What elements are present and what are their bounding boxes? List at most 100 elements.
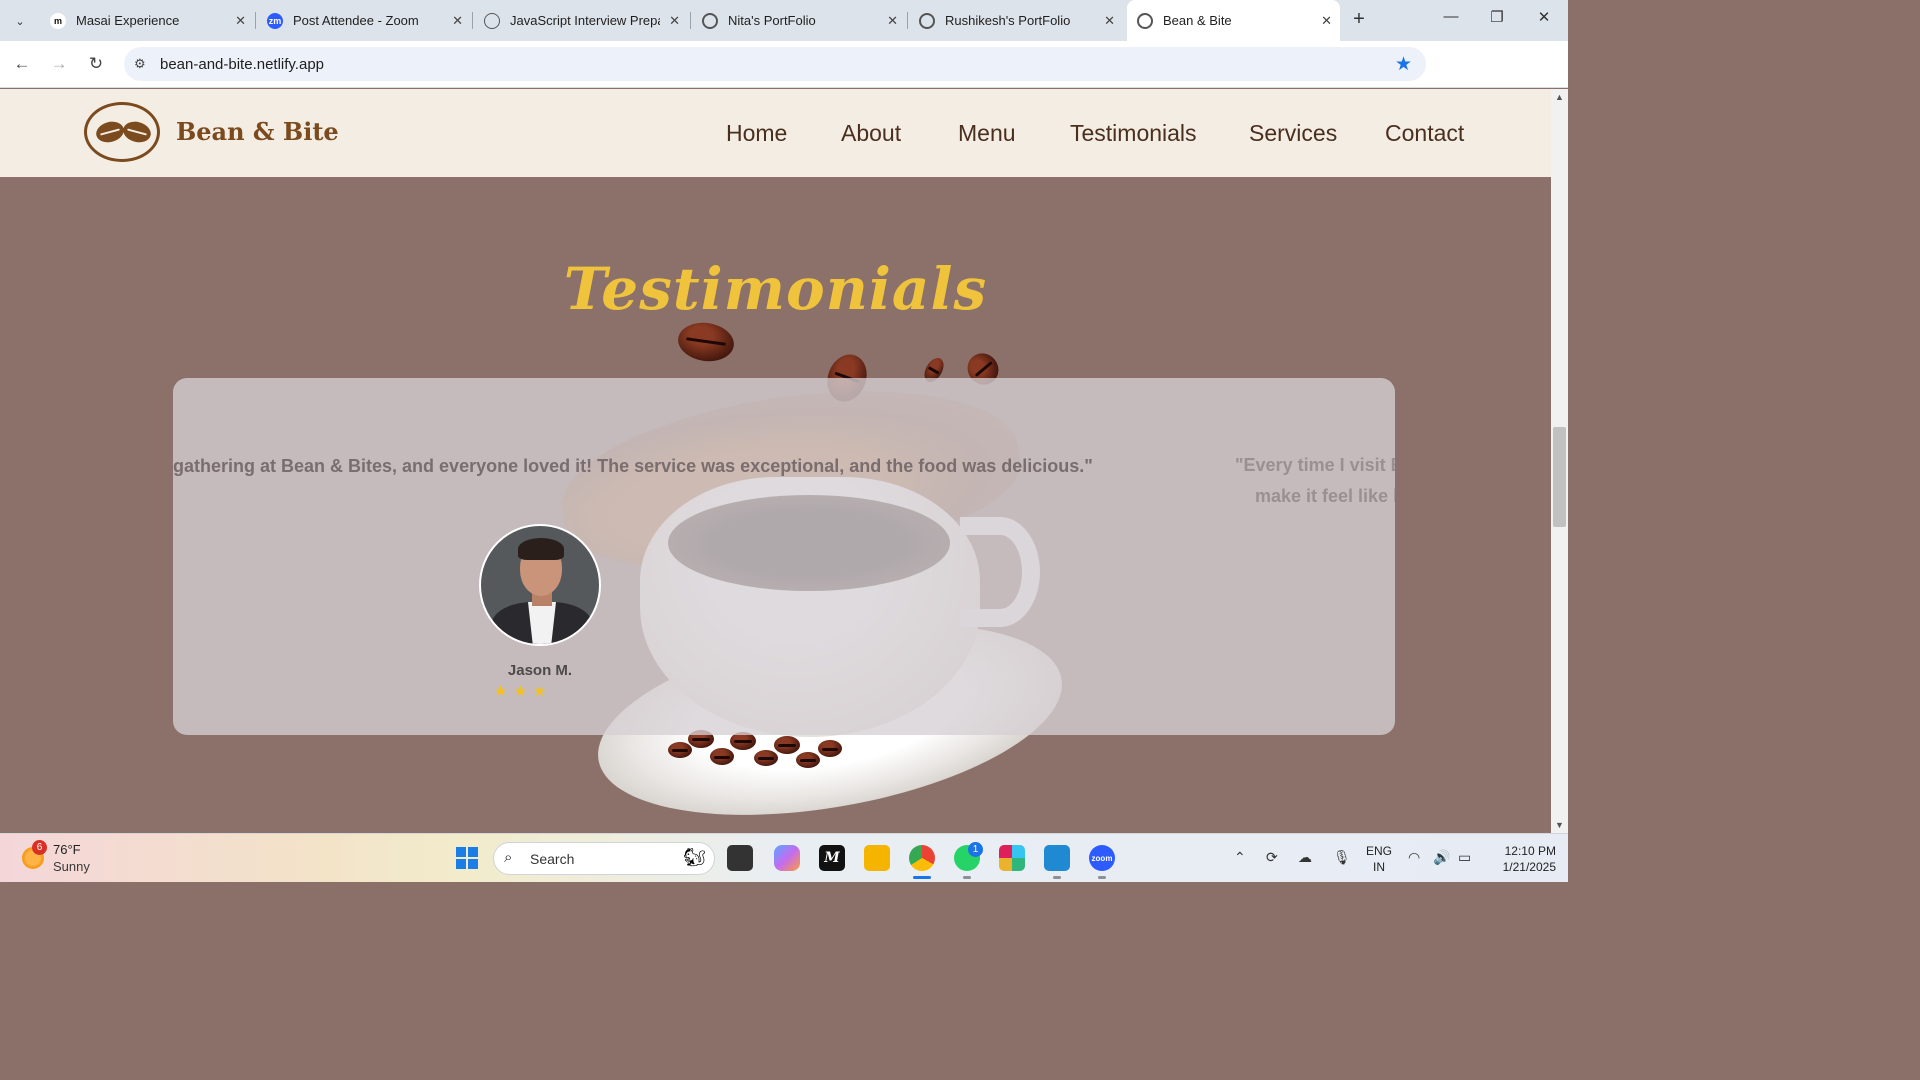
star-rating: ★★★ <box>494 683 553 700</box>
tab-nita-portfolio[interactable]: Nita's PortFolio ✕ <box>692 6 906 35</box>
logo-text[interactable]: Bean & Bite <box>176 117 339 146</box>
tab-title: JavaScript Interview Prepar <box>510 13 660 28</box>
language-indicator[interactable]: ENG IN <box>1366 843 1392 875</box>
close-icon[interactable]: ✕ <box>452 13 463 29</box>
testimonials-section: Testimonials gathering at Bean & Bites, … <box>0 177 1551 833</box>
zoom-favicon-icon: zm <box>267 12 283 29</box>
close-icon[interactable]: ✕ <box>887 13 898 29</box>
chrome-icon[interactable] <box>909 845 935 871</box>
back-button[interactable]: ← <box>11 53 33 75</box>
masai-favicon-icon: m <box>50 12 66 29</box>
forward-button[interactable]: → <box>48 53 70 75</box>
minimize-button[interactable]: — <box>1441 8 1461 25</box>
tab-bar: ⌄ m Masai Experience ✕ zm Post Attendee … <box>0 0 1568 41</box>
tab-rushikesh-portfolio[interactable]: Rushikesh's PortFolio ✕ <box>909 6 1123 35</box>
battery-icon[interactable]: ▭ <box>1458 849 1471 866</box>
wifi-icon[interactable]: ◠ <box>1408 849 1420 866</box>
slack-icon[interactable] <box>999 845 1025 871</box>
weather-condition[interactable]: Sunny <box>53 859 90 874</box>
sync-icon[interactable]: ⟳ <box>1266 849 1278 866</box>
browser-toolbar: ← → ↻ ⚙ bean-and-bite.netlify.app ★ ⋮ <box>0 41 1568 116</box>
active-app-indicator <box>913 876 931 879</box>
tab-bean-and-bite[interactable]: Bean & Bite ✕ <box>1127 0 1340 41</box>
close-icon[interactable]: ✕ <box>1104 13 1115 29</box>
scroll-down-arrow-icon[interactable]: ▼ <box>1551 820 1568 830</box>
scroll-up-arrow-icon[interactable]: ▲ <box>1551 92 1568 102</box>
globe-icon <box>919 12 935 29</box>
close-icon[interactable]: ✕ <box>235 13 246 29</box>
globe-icon <box>702 12 718 29</box>
zoom-icon[interactable]: zoom <box>1089 845 1115 871</box>
coffee-bean-icon <box>675 319 737 365</box>
site-info-icon[interactable]: ⚙ <box>134 56 146 72</box>
cloud-icon[interactable]: ☁ <box>1298 849 1312 866</box>
search-icon: ⌕ <box>504 849 513 866</box>
task-view-icon[interactable] <box>727 845 753 871</box>
testimonial-quote: gathering at Bean & Bites, and everyone … <box>173 456 1093 476</box>
chevron-up-icon[interactable]: ⌃ <box>1234 849 1246 866</box>
copilot-icon[interactable] <box>774 845 800 871</box>
clock-time: 12:10 PM <box>1504 844 1556 858</box>
tab-title: Nita's PortFolio <box>728 13 816 28</box>
file-explorer-icon[interactable] <box>864 845 890 871</box>
address-bar[interactable]: ⚙ bean-and-bite.netlify.app ★ <box>124 47 1426 81</box>
tab-title: Post Attendee - Zoom <box>293 13 419 28</box>
tab-title: Bean & Bite <box>1163 13 1232 28</box>
notification-badge: 1 <box>968 842 983 857</box>
clock[interactable]: 12:10 PM 1/21/2025 <box>1486 843 1556 875</box>
next-testimonial-quote: "Every time I visit B make it feel like … <box>1235 450 1395 512</box>
new-tab-button[interactable]: + <box>1348 8 1370 31</box>
running-app-indicator <box>963 876 971 879</box>
reload-button[interactable]: ↻ <box>85 53 107 75</box>
testimonial-carousel[interactable]: gathering at Bean & Bites, and everyone … <box>173 378 1395 735</box>
nav-home[interactable]: Home <box>726 120 787 147</box>
bookmark-star-icon[interactable]: ★ <box>1395 53 1412 76</box>
openai-favicon-icon <box>484 12 500 29</box>
restore-button[interactable]: ❐ <box>1487 8 1507 26</box>
tab-divider <box>907 12 908 29</box>
nav-menu[interactable]: Menu <box>958 120 1016 147</box>
nav-about[interactable]: About <box>841 120 901 147</box>
page-scrollbar[interactable]: ▲ ▼ <box>1551 89 1568 833</box>
tab-search-button[interactable]: ⌄ <box>6 7 34 35</box>
close-icon[interactable]: ✕ <box>1321 13 1332 29</box>
next-quote-line: make it feel like h <box>1255 486 1395 506</box>
tab-title: Rushikesh's PortFolio <box>945 13 1071 28</box>
section-title: Testimonials <box>563 255 988 323</box>
nav-contact[interactable]: Contact <box>1385 120 1464 147</box>
taskbar-search-box[interactable]: ⌕ Search 🐿 <box>493 842 715 875</box>
tab-divider <box>472 12 473 29</box>
window-close-button[interactable]: ✕ <box>1534 8 1554 26</box>
microphone-icon[interactable]: 🎙 <box>1333 849 1351 866</box>
weather-temperature[interactable]: 76°F <box>53 842 81 857</box>
url-text[interactable]: bean-and-bite.netlify.app <box>160 56 324 73</box>
tab-divider <box>255 12 256 29</box>
nav-services[interactable]: Services <box>1249 120 1337 147</box>
tab-title: Masai Experience <box>76 13 180 28</box>
running-app-indicator <box>1053 876 1061 879</box>
clock-date: 1/21/2025 <box>1502 860 1556 874</box>
search-label: Search <box>530 851 575 867</box>
coffee-bean-logo-icon[interactable] <box>84 102 160 162</box>
tab-zoom[interactable]: zm Post Attendee - Zoom ✕ <box>257 6 471 35</box>
masai-app-icon[interactable]: M <box>819 845 845 871</box>
region-code: IN <box>1373 860 1385 874</box>
language-code: ENG <box>1366 844 1393 858</box>
search-highlight-icon: 🐿 <box>683 847 706 867</box>
windows-start-icon[interactable] <box>454 845 480 871</box>
notification-badge: 6 <box>32 840 47 855</box>
avatar <box>479 524 601 646</box>
tab-javascript[interactable]: JavaScript Interview Prepar ✕ <box>474 6 688 35</box>
globe-icon <box>1137 12 1153 29</box>
tab-masai[interactable]: m Masai Experience ✕ <box>40 6 254 35</box>
running-app-indicator <box>1098 876 1106 879</box>
testimonial-author: Jason M. <box>507 662 573 679</box>
vscode-icon[interactable] <box>1044 845 1070 871</box>
taskbar: 6 76°F Sunny ⌕ Search 🐿 M 1 zoom ⌃ ⟳ ☁ 🎙… <box>0 833 1568 882</box>
tab-divider <box>690 12 691 29</box>
nav-testimonials[interactable]: Testimonials <box>1070 120 1197 147</box>
close-icon[interactable]: ✕ <box>669 13 680 29</box>
scroll-thumb[interactable] <box>1553 427 1566 527</box>
next-quote-line: "Every time I visit B <box>1235 455 1395 475</box>
volume-icon[interactable]: 🔊 <box>1433 849 1450 866</box>
